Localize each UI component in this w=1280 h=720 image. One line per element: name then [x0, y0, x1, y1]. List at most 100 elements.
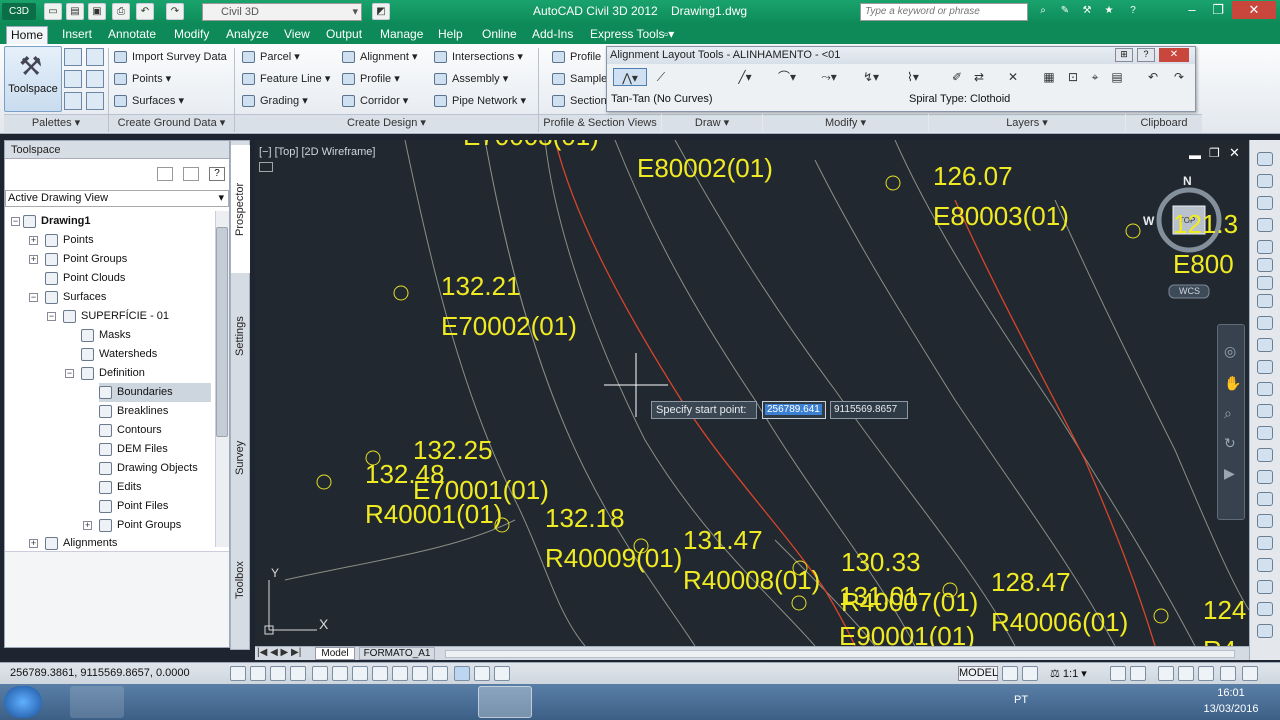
- communication-icon[interactable]: ⚒: [1078, 3, 1096, 20]
- help-icon[interactable]: ?: [1124, 3, 1142, 20]
- properties-icon[interactable]: [64, 48, 82, 66]
- tree-item-masks[interactable]: Masks: [81, 326, 131, 345]
- sample-lines-button[interactable]: Sample: [550, 70, 607, 88]
- panel-create-design[interactable]: Create Design ▾: [235, 114, 538, 132]
- feature-line-button[interactable]: Feature Line ▾: [240, 70, 330, 88]
- tool-icon[interactable]: [1257, 448, 1273, 462]
- tab-output[interactable]: Output: [322, 26, 366, 44]
- tree-item-definition[interactable]: Definition: [81, 364, 145, 383]
- help-icon[interactable]: ?: [1137, 48, 1155, 62]
- chrome-taskbar-icon[interactable]: [302, 686, 356, 718]
- tangent-tangent-icon[interactable]: ⋀▾: [613, 68, 647, 86]
- osnap-icon[interactable]: [312, 666, 328, 681]
- toolspace-button[interactable]: ⚒ Toolspace: [4, 46, 62, 112]
- hardware-acceleration-icon[interactable]: [1198, 666, 1214, 681]
- clock-date[interactable]: 13/03/2016: [1196, 703, 1266, 715]
- subscription-icon[interactable]: ✎: [1056, 3, 1074, 20]
- transparency-icon[interactable]: [412, 666, 428, 681]
- close-button[interactable]: ✕: [1232, 1, 1276, 19]
- tree-item-point-clouds[interactable]: Point Clouds: [45, 269, 125, 288]
- workspace-icon[interactable]: [494, 666, 510, 681]
- collapse-icon[interactable]: −: [29, 293, 38, 302]
- media-player-taskbar-icon[interactable]: [186, 686, 240, 718]
- snap-icon[interactable]: [230, 666, 246, 681]
- tree-item-surfaces[interactable]: Surfaces: [45, 288, 106, 307]
- tree-item-surface-point-groups[interactable]: Point Groups: [99, 516, 181, 535]
- profile-button[interactable]: Profile ▾: [340, 70, 400, 88]
- tab-manage[interactable]: Manage: [376, 26, 427, 44]
- tab-help[interactable]: Help: [434, 26, 467, 44]
- tree-item-drawing-objects[interactable]: Drawing Objects: [99, 459, 198, 478]
- tab-nav-icon[interactable]: |◀ ◀ ▶ ▶|: [257, 647, 301, 658]
- tab-model[interactable]: Model: [315, 647, 355, 660]
- line-tool-icon[interactable]: ╱▾: [735, 68, 755, 86]
- tool-icon[interactable]: [1257, 218, 1273, 232]
- tab-survey[interactable]: Survey: [231, 399, 250, 517]
- spiral-tool-icon[interactable]: ⤳▾: [819, 68, 839, 86]
- globe-icon[interactable]: [1257, 294, 1273, 308]
- profile-view-button[interactable]: Profile: [550, 48, 601, 66]
- tool-icon[interactable]: [1257, 624, 1273, 638]
- tab-settings[interactable]: Settings: [231, 277, 250, 395]
- zoom-icon[interactable]: ⌕: [1224, 405, 1232, 422]
- panel-profile-section-views[interactable]: Profile & Section Views: [539, 114, 661, 132]
- tab-formato-a1[interactable]: FORMATO_A1: [359, 647, 435, 660]
- maximize-button[interactable]: ❐: [1206, 1, 1230, 19]
- quickcalc-icon[interactable]: [86, 92, 104, 110]
- alignment-button[interactable]: Alignment ▾: [340, 48, 418, 66]
- globe-icon[interactable]: [1257, 258, 1273, 272]
- drawing-view-select[interactable]: Active Drawing View ▾: [5, 190, 229, 207]
- tab-analyze[interactable]: Analyze: [222, 26, 273, 44]
- tool-icon[interactable]: [1257, 152, 1273, 166]
- parcel-button[interactable]: Parcel ▾: [240, 48, 300, 66]
- globe-icon[interactable]: [1257, 276, 1273, 290]
- polar-icon[interactable]: [290, 666, 306, 681]
- civil3d-taskbar-icon[interactable]: [478, 686, 532, 718]
- panel-layers[interactable]: Layers ▾: [929, 114, 1125, 132]
- quick-view-layouts-icon[interactable]: [1002, 666, 1018, 681]
- tree-item-edits[interactable]: Edits: [99, 478, 141, 497]
- tool-icon[interactable]: [1257, 492, 1273, 506]
- panel-modify[interactable]: Modify ▾: [763, 114, 928, 132]
- collapse-icon[interactable]: −: [65, 369, 74, 378]
- tab-overflow-icon[interactable]: ▫▾: [660, 26, 678, 44]
- tab-annotate[interactable]: Annotate: [104, 26, 160, 44]
- internet-explorer-taskbar-icon[interactable]: [130, 686, 184, 718]
- tree-item-dem-files[interactable]: DEM Files: [99, 440, 168, 459]
- panorama-icon[interactable]: [64, 92, 82, 110]
- tab-addins[interactable]: Add-Ins: [528, 26, 577, 44]
- firefox-taskbar-icon[interactable]: [244, 686, 298, 718]
- tool-icon[interactable]: [1257, 558, 1273, 572]
- showmotion-icon[interactable]: ▶: [1224, 465, 1235, 482]
- collapse-icon[interactable]: −: [11, 217, 20, 226]
- tree-item-breaklines[interactable]: Breaklines: [99, 402, 168, 421]
- scrollbar-thumb[interactable]: [216, 227, 228, 437]
- panel-create-ground-data[interactable]: Create Ground Data ▾: [109, 114, 234, 132]
- tree-item-watersheds[interactable]: Watersheds: [81, 345, 157, 364]
- horizontal-scrollbar[interactable]: [445, 650, 1235, 658]
- tab-toolbox[interactable]: Toolbox: [231, 521, 250, 639]
- clock-time[interactable]: 16:01: [1196, 687, 1266, 699]
- tool-icon[interactable]: [1257, 240, 1273, 254]
- annotation-visibility-icon[interactable]: [1110, 666, 1126, 681]
- otrack-icon[interactable]: [332, 666, 348, 681]
- grading-button[interactable]: Grading ▾: [240, 92, 308, 110]
- viewport-controls[interactable]: [−] [Top] [2D Wireframe]: [259, 146, 375, 158]
- tree-item-boundaries[interactable]: Boundaries: [99, 383, 211, 402]
- pipe-network-button[interactable]: Pipe Network ▾: [432, 92, 526, 110]
- drawing-canvas[interactable]: [−] [Top] [2D Wireframe] ▬ ❐ ✕ N W TOP W…: [255, 140, 1249, 646]
- tool-icon[interactable]: [1257, 404, 1273, 418]
- tool-icon[interactable]: [1257, 316, 1273, 330]
- isolate-objects-icon[interactable]: [1220, 666, 1236, 681]
- tool-icon[interactable]: [1257, 196, 1273, 210]
- sub-entity-editor-icon[interactable]: ⊡: [1063, 68, 1083, 86]
- favorites-icon[interactable]: ★: [1100, 3, 1118, 20]
- x-coordinate-input[interactable]: 256789.641: [762, 401, 826, 419]
- quick-view-drawings-icon[interactable]: [1022, 666, 1038, 681]
- tab-modify[interactable]: Modify: [170, 26, 213, 44]
- corridor-button[interactable]: Corridor ▾: [340, 92, 408, 110]
- panel-clipboard[interactable]: Clipboard: [1126, 114, 1202, 132]
- tab-express-tools[interactable]: Express Tools: [586, 26, 668, 44]
- grid-view-icon[interactable]: ▦: [1039, 68, 1059, 86]
- expand-icon[interactable]: +: [29, 255, 38, 264]
